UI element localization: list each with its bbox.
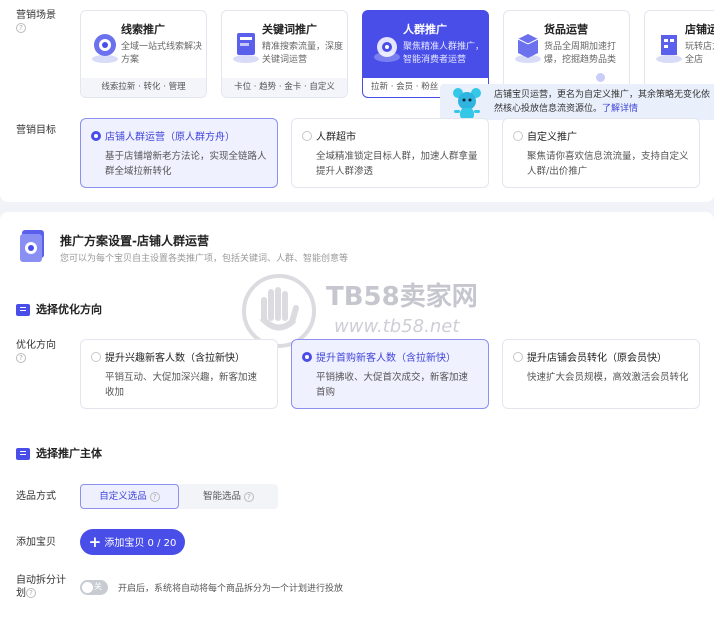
- option-desc: 平销拂收、大促首次成交，新客加速首购: [316, 372, 469, 398]
- goods-icon: [515, 34, 541, 63]
- tooltip-link[interactable]: 了解详情: [602, 104, 638, 114]
- toggle-text: 关: [94, 582, 102, 591]
- marketing-panel: 营销场景? 线索推广 全域一站式线索解决方案 线索拉新 · 转化 · 管理 关键…: [0, 0, 714, 202]
- plan-panel: 推广方案设置-店铺人群运营 您可以为每个宝贝自主设置各类推广项，包括关键词、人群…: [0, 212, 714, 620]
- option-title: 人群超市: [316, 132, 356, 143]
- card-desc: 玩转店力全店: [685, 42, 714, 65]
- method-tabs: 自定义选品 ? 智能选品 ?: [80, 484, 278, 509]
- option-title: 提升首购新客人数（含拉新快）: [316, 353, 456, 364]
- shop-icon: [656, 35, 682, 63]
- goal-label: 营销目标: [16, 125, 56, 136]
- section-icon: [16, 304, 30, 316]
- direction-option-interest[interactable]: 提升兴趣新客人数（含拉新快） 平销互动、大促加深兴趣，新客加速收加: [80, 339, 278, 409]
- split-hint: 开启后，系统将自动将每个商品拆分为一个计划进行投放: [118, 584, 344, 594]
- card-title: 线索推广: [121, 23, 165, 36]
- help-icon[interactable]: ?: [149, 491, 160, 502]
- tooltip-pointer: [596, 73, 605, 82]
- option-title: 提升店铺会员转化（原会员快）: [527, 353, 667, 364]
- radio-icon: [302, 131, 312, 141]
- help-icon[interactable]: ?: [16, 353, 26, 363]
- option-desc: 快速扩大会员规模，高效激活会员转化: [527, 372, 689, 383]
- split-label: 自动拆分计划?: [16, 575, 66, 599]
- radio-icon: [513, 352, 523, 362]
- option-title: 自定义推广: [527, 132, 577, 143]
- help-icon[interactable]: ?: [16, 23, 26, 33]
- option-desc: 全域精准锁定目标人群，加速人群拿量提升人群渗透: [316, 151, 478, 177]
- section-icon: [16, 448, 30, 460]
- card-title: 关键词推广: [262, 23, 317, 36]
- lead-icon: [92, 34, 118, 63]
- card-desc: 全域一站式线索解决方案: [121, 42, 203, 65]
- option-desc: 基于店铺增新老方法论，实现全链路人群全域拉新转化: [105, 151, 267, 177]
- help-icon[interactable]: ?: [26, 588, 36, 598]
- radio-icon: [91, 131, 101, 141]
- crowd-icon: [374, 37, 400, 62]
- goal-option-crowd-market[interactable]: 人群超市 全域精准锁定目标人群，加速人群拿量提升人群渗透: [291, 118, 489, 188]
- card-footer: 卡位 · 趋势 · 金卡 · 自定义: [222, 78, 347, 97]
- keyword-icon: [233, 33, 259, 63]
- direction-label: 优化方向?: [16, 340, 56, 363]
- radio-icon: [513, 131, 523, 141]
- goal-option-custom[interactable]: 自定义推广 聚焦请你喜欢信息流流量，支持自定义人群/出价推广: [502, 118, 700, 188]
- watermark-url: www.tb58.net: [334, 316, 460, 337]
- card-desc: 精准搜索流量，深度关键词运营: [262, 42, 344, 65]
- option-desc: 聚焦请你喜欢信息流流量，支持自定义人群/出价推广: [527, 151, 689, 177]
- tab-custom-select[interactable]: 自定义选品 ?: [80, 484, 179, 509]
- option-desc: 平销互动、大促加深兴趣，新客加速收加: [105, 372, 258, 398]
- direction-option-first-purchase[interactable]: 提升首购新客人数（含拉新快） 平销拂收、大促首次成交，新客加速首购: [291, 339, 489, 409]
- card-title: 人群推广: [403, 23, 447, 36]
- scene-card-lead[interactable]: 线索推广 全域一站式线索解决方案 线索拉新 · 转化 · 管理: [80, 10, 207, 98]
- scene-card-keyword[interactable]: 关键词推广 精准搜索流量，深度关键词运营 卡位 · 趋势 · 金卡 · 自定义: [221, 10, 348, 98]
- plan-icon: [20, 230, 44, 262]
- add-item-button[interactable]: + 添加宝贝 0 / 20: [80, 529, 185, 555]
- radio-icon: [91, 352, 101, 362]
- auto-split-toggle[interactable]: 关: [80, 580, 108, 595]
- plus-icon: +: [88, 533, 102, 551]
- goal-option-shop-crowd[interactable]: 店铺人群运营（原人群方舟） 基于店铺增新老方法论，实现全链路人群全域拉新转化: [80, 118, 278, 188]
- direction-option-member[interactable]: 提升店铺会员转化（原会员快） 快速扩大会员规模，高效激活会员转化: [502, 339, 700, 409]
- card-desc: 聚焦精准人群推广，智能消费者运营: [403, 42, 485, 65]
- help-icon[interactable]: ?: [244, 491, 255, 502]
- card-title: 店铺运: [685, 23, 714, 36]
- plan-subtitle: 您可以为每个宝贝自主设置各类推广项，包括关键词、人群、智能创意等: [60, 254, 349, 264]
- card-title: 货品运营: [544, 23, 588, 36]
- card-footer: 线索拉新 · 转化 · 管理: [81, 78, 206, 97]
- add-label: 添加宝贝: [16, 537, 56, 548]
- radio-icon: [302, 352, 312, 362]
- subject-section: 选择推广主体: [16, 445, 102, 461]
- tab-smart-select[interactable]: 智能选品 ?: [179, 484, 278, 509]
- toggle-knob: [82, 582, 93, 593]
- option-title: 店铺人群运营（原人群方舟）: [105, 132, 235, 143]
- plan-title: 推广方案设置-店铺人群运营: [60, 234, 209, 248]
- watermark-brand: TB58卖家网: [326, 282, 478, 312]
- tooltip: 店铺宝贝运营，更名为自定义推广，其余策略无变化依然核心投放信息流资源位。了解详情: [440, 84, 714, 120]
- scene-label: 营销场景?: [16, 10, 56, 33]
- option-title: 提升兴趣新客人数（含拉新快）: [105, 353, 245, 364]
- card-desc: 货品全周期加速打爆，挖掘趋势品类: [544, 42, 617, 65]
- direction-section: 选择优化方向: [16, 301, 102, 317]
- method-label: 选品方式: [16, 491, 56, 502]
